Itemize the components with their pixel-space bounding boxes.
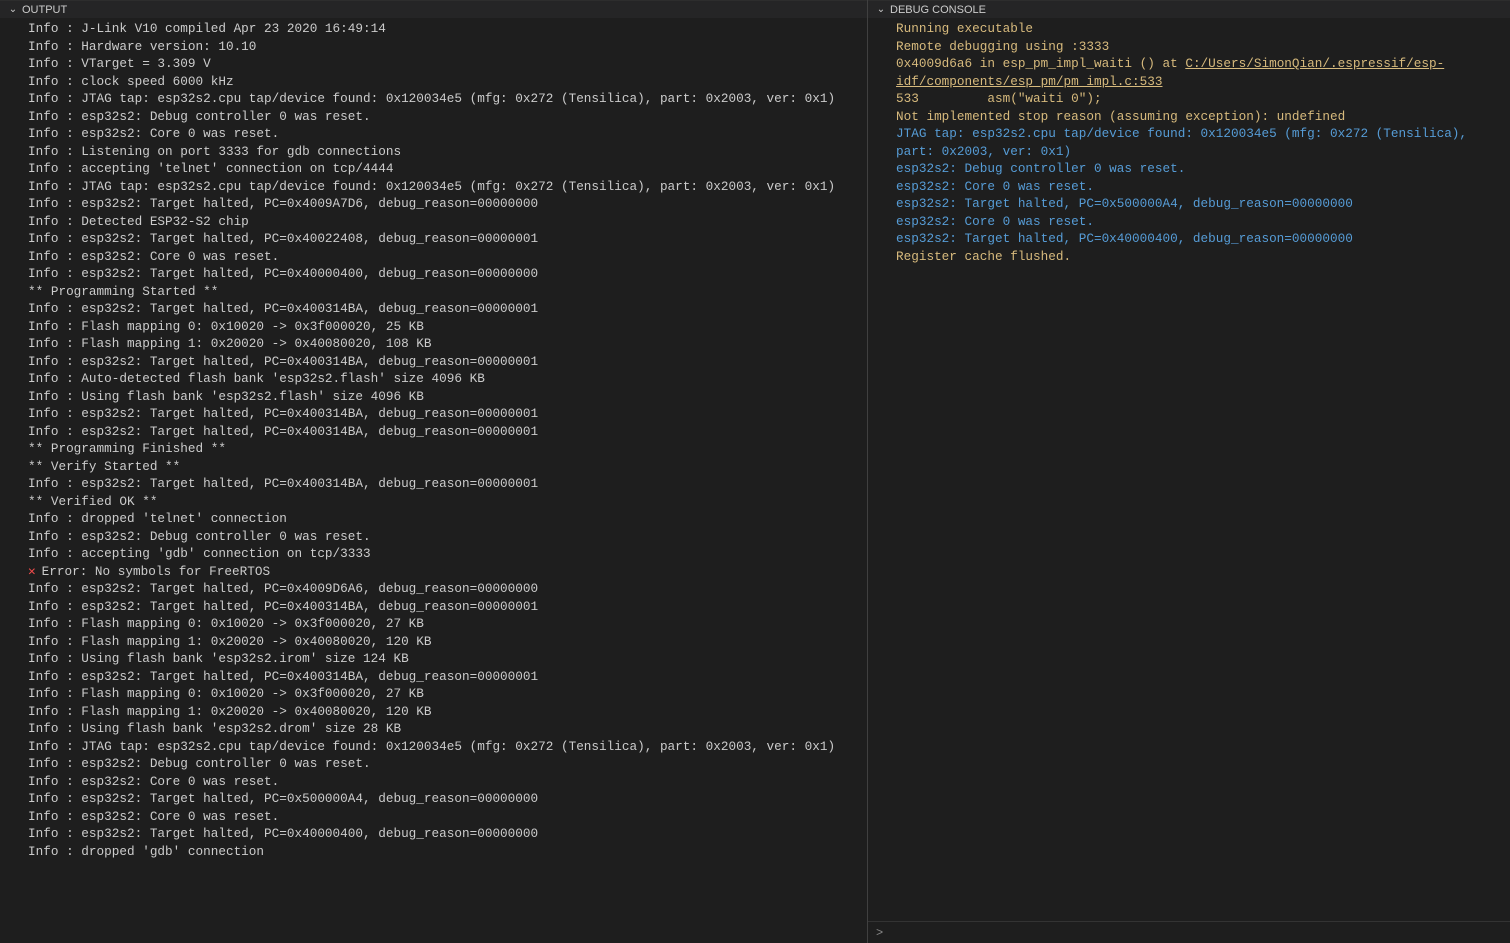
output-line: Info : esp32s2: Core 0 was reset. — [28, 248, 867, 266]
output-line: ** Programming Started ** — [28, 283, 867, 301]
debug-console-header[interactable]: ⌄ DEBUG CONSOLE — [868, 0, 1510, 18]
output-line: Info : dropped 'telnet' connection — [28, 510, 867, 528]
output-line: Info : Hardware version: 10.10 — [28, 38, 867, 56]
output-line: Info : Flash mapping 1: 0x20020 -> 0x400… — [28, 703, 867, 721]
output-line: Info : esp32s2: Target halted, PC=0x4003… — [28, 668, 867, 686]
output-line: Info : J-Link V10 compiled Apr 23 2020 1… — [28, 20, 867, 38]
output-line: ** Programming Finished ** — [28, 440, 867, 458]
debug-console-line: esp32s2: Target halted, PC=0x500000A4, d… — [896, 195, 1510, 213]
output-line: Info : Flash mapping 1: 0x20020 -> 0x400… — [28, 633, 867, 651]
output-line: Info : esp32s2: Target halted, PC=0x4000… — [28, 825, 867, 843]
debug-console-panel: ⌄ DEBUG CONSOLE Running executableRemote… — [868, 0, 1510, 943]
output-line: Info : esp32s2: Target halted, PC=0x4009… — [28, 580, 867, 598]
output-panel-body[interactable]: Info : J-Link V10 compiled Apr 23 2020 1… — [0, 18, 867, 943]
output-line: Info : JTAG tap: esp32s2.cpu tap/device … — [28, 90, 867, 108]
debug-console-body[interactable]: Running executableRemote debugging using… — [868, 18, 1510, 921]
output-panel: ⌄ OUTPUT Info : J-Link V10 compiled Apr … — [0, 0, 868, 943]
output-line: Info : VTarget = 3.309 V — [28, 55, 867, 73]
debug-console-input[interactable]: > — [868, 921, 1510, 943]
debug-console-line: esp32s2: Core 0 was reset. — [896, 178, 1510, 196]
output-line: Info : Using flash bank 'esp32s2.flash' … — [28, 388, 867, 406]
output-line: Info : esp32s2: Target halted, PC=0x4003… — [28, 353, 867, 371]
debug-console-line: Remote debugging using :3333 — [896, 38, 1510, 56]
output-line: ** Verify Started ** — [28, 458, 867, 476]
output-line: Info : dropped 'gdb' connection — [28, 843, 867, 861]
output-panel-header[interactable]: ⌄ OUTPUT — [0, 0, 867, 18]
output-line: Info : esp32s2: Target halted, PC=0x5000… — [28, 790, 867, 808]
output-line: Info : esp32s2: Debug controller 0 was r… — [28, 528, 867, 546]
output-line: Info : esp32s2: Core 0 was reset. — [28, 125, 867, 143]
output-line: Info : esp32s2: Target halted, PC=0x4000… — [28, 265, 867, 283]
debug-console-line: Register cache flushed. — [896, 248, 1510, 266]
output-line: Info : esp32s2: Core 0 was reset. — [28, 773, 867, 791]
output-panel-title: OUTPUT — [22, 4, 67, 16]
chevron-down-icon: ⌄ — [8, 4, 18, 15]
output-line: Info : Using flash bank 'esp32s2.drom' s… — [28, 720, 867, 738]
debug-line-prefix: 0x4009d6a6 in esp_pm_impl_waiti () at — [896, 56, 1185, 71]
output-line: Info : esp32s2: Target halted, PC=0x4002… — [28, 230, 867, 248]
output-line: Info : accepting 'telnet' connection on … — [28, 160, 867, 178]
output-line: Info : clock speed 6000 kHz — [28, 73, 867, 91]
output-line: ** Verified OK ** — [28, 493, 867, 511]
output-line: Info : Flash mapping 0: 0x10020 -> 0x3f0… — [28, 615, 867, 633]
output-line: Info : Flash mapping 1: 0x20020 -> 0x400… — [28, 335, 867, 353]
output-line: Info : esp32s2: Target halted, PC=0x4003… — [28, 423, 867, 441]
output-line: Info : esp32s2: Target halted, PC=0x4003… — [28, 475, 867, 493]
output-line: Info : JTAG tap: esp32s2.cpu tap/device … — [28, 738, 867, 756]
output-line: ✕Error: No symbols for FreeRTOS — [28, 563, 867, 581]
debug-console-line: esp32s2: Core 0 was reset. — [896, 213, 1510, 231]
prompt-icon: > — [876, 926, 883, 940]
debug-console-line: 0x4009d6a6 in esp_pm_impl_waiti () at C:… — [896, 55, 1510, 90]
debug-console-line: esp32s2: Target halted, PC=0x40000400, d… — [896, 230, 1510, 248]
output-line: Info : accepting 'gdb' connection on tcp… — [28, 545, 867, 563]
debug-console-line: Not implemented stop reason (assuming ex… — [896, 108, 1510, 126]
output-line: Info : Flash mapping 0: 0x10020 -> 0x3f0… — [28, 318, 867, 336]
output-line: Info : esp32s2: Target halted, PC=0x4003… — [28, 300, 867, 318]
debug-console-title: DEBUG CONSOLE — [890, 4, 986, 16]
debug-console-line: Running executable — [896, 20, 1510, 38]
output-line: Info : Auto-detected flash bank 'esp32s2… — [28, 370, 867, 388]
output-line: Info : Detected ESP32-S2 chip — [28, 213, 867, 231]
output-line: Info : esp32s2: Target halted, PC=0x4009… — [28, 195, 867, 213]
debug-console-line: esp32s2: Debug controller 0 was reset. — [896, 160, 1510, 178]
output-line: Info : esp32s2: Debug controller 0 was r… — [28, 108, 867, 126]
output-line: Info : JTAG tap: esp32s2.cpu tap/device … — [28, 178, 867, 196]
output-line: Info : esp32s2: Target halted, PC=0x4003… — [28, 405, 867, 423]
debug-console-line: 533 asm("waiti 0"); — [896, 90, 1510, 108]
output-line: Info : Flash mapping 0: 0x10020 -> 0x3f0… — [28, 685, 867, 703]
output-line: Info : esp32s2: Core 0 was reset. — [28, 808, 867, 826]
chevron-down-icon: ⌄ — [876, 4, 886, 15]
output-line: Info : esp32s2: Target halted, PC=0x4003… — [28, 598, 867, 616]
error-icon: ✕ — [28, 564, 36, 579]
debug-console-line: JTAG tap: esp32s2.cpu tap/device found: … — [896, 125, 1510, 160]
output-line: Info : Using flash bank 'esp32s2.irom' s… — [28, 650, 867, 668]
output-line: Info : esp32s2: Debug controller 0 was r… — [28, 755, 867, 773]
output-line: Info : Listening on port 3333 for gdb co… — [28, 143, 867, 161]
